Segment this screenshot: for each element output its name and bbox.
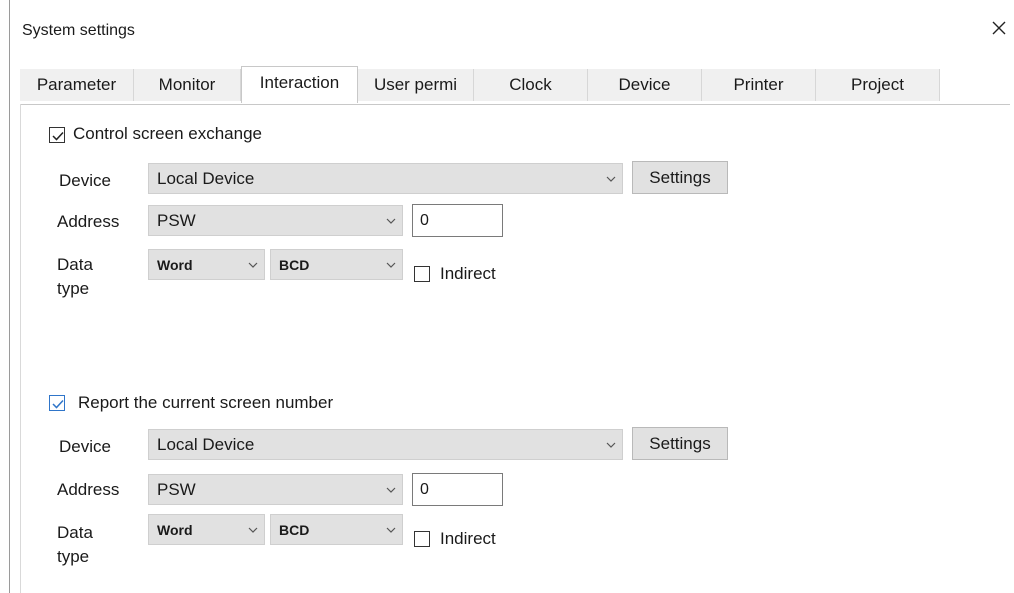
indirect-checkbox[interactable] xyxy=(414,531,430,547)
tab-divider xyxy=(20,104,1010,105)
format-dropdown[interactable]: BCD xyxy=(270,249,403,280)
data-type-label: Data type xyxy=(57,521,93,569)
address-dropdown[interactable]: PSW xyxy=(148,474,403,505)
chevron-down-icon xyxy=(600,441,622,449)
tab-interaction[interactable]: Interaction xyxy=(241,66,358,103)
address-label: Address xyxy=(57,212,120,231)
chevron-down-icon xyxy=(242,261,264,269)
data-type-dropdown[interactable]: Word xyxy=(148,514,265,545)
address-value: PSW xyxy=(157,210,196,230)
checkmark-icon xyxy=(52,131,64,141)
format-value: BCD xyxy=(279,256,310,273)
tab-printer[interactable]: Printer xyxy=(702,69,816,101)
settings-button[interactable]: Settings xyxy=(632,427,728,460)
data-type-value: Word xyxy=(157,256,193,273)
address-label: Address xyxy=(57,480,120,499)
tab-device[interactable]: Device xyxy=(588,69,702,101)
indirect-label: Indirect xyxy=(440,264,496,283)
data-type-label-line1: Data xyxy=(57,255,93,274)
tab-label: Parameter xyxy=(36,75,117,94)
data-type-dropdown[interactable]: Word xyxy=(148,249,265,280)
data-type-label-line1: Data xyxy=(57,523,93,542)
tab-label: Monitor xyxy=(158,75,216,94)
tab-user-permission[interactable]: User permi xyxy=(358,69,474,101)
tab-label: Interaction xyxy=(259,73,340,92)
device-dropdown[interactable]: Local Device xyxy=(148,429,623,460)
tab-bar: Parameter Monitor Interaction User permi… xyxy=(20,66,1010,104)
address-offset-input[interactable]: 0 xyxy=(412,204,503,237)
control-screen-exchange-label: Control screen exchange xyxy=(73,124,263,143)
format-value: BCD xyxy=(279,521,310,538)
tab-label: Project xyxy=(851,75,904,94)
address-offset-input[interactable]: 0 xyxy=(412,473,503,506)
tab-project[interactable]: Project xyxy=(816,69,940,101)
chevron-down-icon xyxy=(380,217,402,225)
window-title: System settings xyxy=(22,22,135,39)
device-value: Local Device xyxy=(157,434,255,454)
report-screen-number-checkbox[interactable] xyxy=(49,395,65,411)
tab-label: Device xyxy=(618,75,671,94)
window-left-edge xyxy=(9,0,10,593)
device-dropdown[interactable]: Local Device xyxy=(148,163,623,194)
data-type-label-line2: type xyxy=(57,547,90,566)
control-screen-exchange-checkbox[interactable] xyxy=(49,127,65,143)
address-value: PSW xyxy=(157,479,196,499)
data-type-value: Word xyxy=(157,521,193,538)
indirect-label: Indirect xyxy=(440,529,496,548)
tab-label: Clock xyxy=(509,75,552,94)
tab-label: User permi xyxy=(373,75,458,94)
chevron-down-icon xyxy=(242,526,264,534)
address-dropdown[interactable]: PSW xyxy=(148,205,403,236)
chevron-down-icon xyxy=(380,486,402,494)
close-icon xyxy=(992,21,1006,35)
chevron-down-icon xyxy=(380,526,402,534)
settings-button[interactable]: Settings xyxy=(632,161,728,194)
tab-clock[interactable]: Clock xyxy=(474,69,588,101)
chevron-down-icon xyxy=(600,175,622,183)
data-type-label: Data type xyxy=(57,253,93,301)
data-type-label-line2: type xyxy=(57,279,90,298)
panel-border xyxy=(20,104,21,593)
tab-parameter[interactable]: Parameter xyxy=(20,69,134,101)
tab-label: Printer xyxy=(733,75,784,94)
chevron-down-icon xyxy=(380,261,402,269)
format-dropdown[interactable]: BCD xyxy=(270,514,403,545)
checkmark-icon xyxy=(52,399,64,409)
report-screen-number-label: Report the current screen number xyxy=(78,393,334,412)
device-label: Device xyxy=(59,171,111,190)
device-label: Device xyxy=(59,437,111,456)
close-button[interactable] xyxy=(985,14,1013,42)
device-value: Local Device xyxy=(157,168,255,188)
tab-monitor[interactable]: Monitor xyxy=(134,69,241,101)
indirect-checkbox[interactable] xyxy=(414,266,430,282)
